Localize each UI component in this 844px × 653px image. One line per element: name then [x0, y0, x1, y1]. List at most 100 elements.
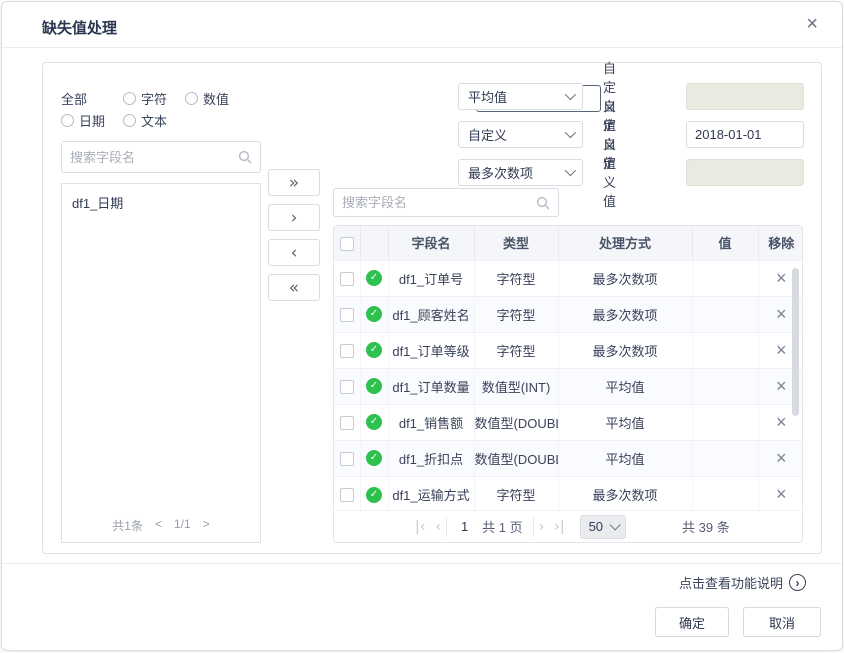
footer-divider [2, 563, 842, 564]
string-custom-value-input [686, 159, 804, 186]
move-all-right-button[interactable]: » [268, 169, 320, 196]
table-row: ✓ df1_订单号 字符型 最多次数项 × [334, 260, 803, 296]
select-all-checkbox[interactable] [340, 237, 354, 251]
status-column-header [360, 226, 388, 260]
remove-icon[interactable]: × [776, 377, 787, 395]
status-ok-icon: ✓ [366, 378, 382, 394]
table-scrollbar[interactable] [792, 268, 799, 416]
fields-table: 字段名 类型 处理方式 值 移除 ✓ df1_订单号 字符型 最多次数项 × ✓… [333, 225, 803, 543]
row-checkbox[interactable] [340, 380, 354, 394]
value-cell [692, 368, 758, 404]
radio-text[interactable]: 文本 [123, 111, 185, 130]
string-batch-select[interactable]: 最多次数项 [458, 159, 583, 186]
dialog-title: 缺失值处理 [42, 17, 117, 38]
list-pagination: 共1条 < 1/1 > [62, 517, 260, 534]
field-type-cell: 字符型 [474, 332, 558, 368]
total-pages: 共 1 页 [482, 517, 528, 536]
last-page-icon[interactable]: ›| [549, 519, 569, 535]
column-header-field: 字段名 [388, 226, 474, 260]
method-cell: 最多次数项 [558, 332, 692, 368]
row-checkbox[interactable] [340, 416, 354, 430]
first-page-icon[interactable]: |‹ [410, 519, 430, 535]
remove-icon[interactable]: × [776, 485, 787, 503]
available-fields-list: df1_日期 共1条 < 1/1 > [61, 183, 261, 543]
row-checkbox[interactable] [340, 488, 354, 502]
list-item[interactable]: df1_日期 [62, 184, 260, 218]
page-size-select[interactable]: 50 [580, 515, 626, 539]
select-value: 自定义 [468, 125, 565, 144]
status-ok-icon: ✓ [366, 342, 382, 358]
field-name-cell: df1_运输方式 [388, 476, 474, 512]
table-row: ✓ df1_订单数量 数值型(INT) 平均值 × [334, 368, 803, 404]
move-right-button[interactable]: › [268, 204, 320, 231]
field-name-cell: df1_折扣点 [388, 440, 474, 476]
left-search-input[interactable] [70, 150, 238, 165]
remove-icon[interactable]: × [776, 341, 787, 359]
table-row: ✓ df1_顾客姓名 字符型 最多次数项 × [334, 296, 803, 332]
remove-icon[interactable]: × [776, 413, 787, 431]
radio-date[interactable]: 日期 [61, 111, 123, 130]
column-header-type: 类型 [474, 226, 558, 260]
help-label: 点击查看功能说明 [679, 573, 783, 592]
radio-icon[interactable] [61, 114, 74, 127]
chevron-down-icon [565, 89, 576, 100]
select-value: 最多次数项 [468, 163, 565, 182]
numeric-custom-value-input [686, 83, 804, 110]
prev-page-icon[interactable]: ‹ [430, 519, 446, 535]
value-cell [692, 260, 758, 296]
radio-icon[interactable] [123, 114, 136, 127]
confirm-button[interactable]: 确定 [655, 607, 729, 637]
transfer-controls: » › ‹ « [268, 169, 320, 301]
total-count: 共 39 条 [682, 517, 730, 536]
table-search-input[interactable] [342, 195, 536, 210]
radio-icon[interactable] [185, 92, 198, 105]
value-cell [692, 296, 758, 332]
field-type-cell: 数值型(DOUBLE) [474, 404, 558, 440]
dialog-header: 缺失值处理 × [2, 2, 842, 48]
field-name-cell: df1_订单数量 [388, 368, 474, 404]
row-checkbox[interactable] [340, 344, 354, 358]
field-name-cell: df1_销售额 [388, 404, 474, 440]
radio-label: 数值 [203, 89, 229, 108]
method-cell: 最多次数项 [558, 476, 692, 512]
remove-icon[interactable]: × [776, 269, 787, 287]
value-cell [692, 476, 758, 512]
left-search-box [61, 141, 261, 173]
field-type-cell: 字符型 [474, 260, 558, 296]
radio-numeric[interactable]: 数值 [185, 89, 251, 108]
date-custom-value-input[interactable] [686, 121, 804, 148]
list-next-icon[interactable]: > [203, 517, 210, 534]
list-page-indicator: 1/1 [174, 517, 191, 534]
field-type-cell: 数值型(INT) [474, 368, 558, 404]
row-checkbox[interactable] [340, 272, 354, 286]
radio-label: 文本 [141, 111, 167, 130]
list-count: 共1条 [112, 517, 143, 534]
remove-icon[interactable]: × [776, 449, 787, 467]
radio-all[interactable]: 全部 [61, 89, 123, 108]
field-type-cell: 字符型 [474, 476, 558, 512]
close-icon[interactable]: × [806, 14, 818, 34]
field-name-cell: df1_订单号 [388, 260, 474, 296]
table-row: ✓ df1_运输方式 字符型 最多次数项 × [334, 476, 803, 512]
date-batch-select[interactable]: 自定义 [458, 121, 583, 148]
move-left-button[interactable]: ‹ [268, 239, 320, 266]
method-cell: 最多次数项 [558, 260, 692, 296]
help-link[interactable]: 点击查看功能说明 › [679, 573, 806, 592]
radio-label: 字符 [141, 89, 167, 108]
row-checkbox[interactable] [340, 452, 354, 466]
move-all-left-button[interactable]: « [268, 274, 320, 301]
row-checkbox[interactable] [340, 308, 354, 322]
radio-string[interactable]: 字符 [123, 89, 185, 108]
missing-value-dialog: 缺失值处理 × 全部 字符 数值 日期 文本 [1, 1, 843, 651]
next-page-icon[interactable]: › [534, 519, 550, 535]
radio-icon[interactable] [123, 92, 136, 105]
field-name-cell: df1_订单等级 [388, 332, 474, 368]
select-value: 平均值 [468, 87, 565, 106]
list-prev-icon[interactable]: < [155, 517, 162, 534]
cancel-button[interactable]: 取消 [743, 607, 821, 637]
current-page: 1 [451, 519, 482, 534]
page-indicator-group: 1 共 1 页 [446, 517, 534, 537]
numeric-batch-select[interactable]: 平均值 [458, 83, 583, 110]
column-header-method: 处理方式 [558, 226, 692, 260]
remove-icon[interactable]: × [776, 305, 787, 323]
